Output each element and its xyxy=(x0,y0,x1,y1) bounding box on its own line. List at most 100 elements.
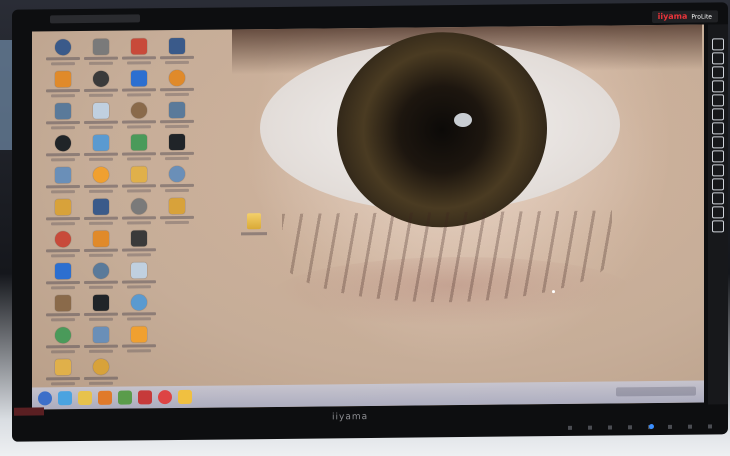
dock-button-icon[interactable] xyxy=(712,220,724,233)
app-icon xyxy=(169,133,185,151)
desktop-icon-label xyxy=(84,312,118,316)
desktop-icon-label xyxy=(46,377,80,381)
desktop-icon[interactable] xyxy=(84,294,118,331)
desktop-icon-label xyxy=(46,281,80,285)
desktop-icon[interactable] xyxy=(46,135,80,171)
desktop-icon[interactable] xyxy=(122,294,156,330)
dock-button-icon[interactable] xyxy=(712,108,724,121)
dock-button-icon[interactable] xyxy=(712,66,724,79)
monitor-brand-label: iiyama xyxy=(332,412,369,423)
desktop-icon-label xyxy=(122,280,156,284)
desktop-icon-label xyxy=(122,344,156,348)
desktop-icon[interactable] xyxy=(84,134,118,171)
dock-button-icon[interactable] xyxy=(712,136,724,149)
desktop-screen[interactable] xyxy=(32,24,704,410)
desktop-icon-label-line2 xyxy=(165,92,189,97)
monitor-control-buttons[interactable] xyxy=(568,424,718,430)
desktop-icon-label xyxy=(84,248,118,252)
app-icon xyxy=(169,101,185,119)
desktop-icon[interactable] xyxy=(122,198,156,234)
desktop-icon-label xyxy=(122,88,156,92)
desktop-icon[interactable] xyxy=(160,37,194,74)
desktop-icon-label-line2 xyxy=(89,349,113,353)
desktop-icon[interactable] xyxy=(122,70,156,106)
desktop-icon-label-line2 xyxy=(165,60,189,65)
app-icon xyxy=(93,262,109,279)
desktop-icon[interactable] xyxy=(84,102,118,139)
desktop-icon[interactable] xyxy=(46,71,80,107)
desktop-icon[interactable] xyxy=(46,327,80,363)
desktop-icon-label-line2 xyxy=(51,286,75,290)
dock-button-icon[interactable] xyxy=(712,38,724,51)
desktop-icon-label xyxy=(122,184,156,188)
dock-button-icon[interactable] xyxy=(712,150,724,163)
dock-button-icon[interactable] xyxy=(712,52,724,65)
desktop-icon-label-line2 xyxy=(89,61,113,65)
desktop-icon-label-line2 xyxy=(127,253,151,257)
desktop-icon-label xyxy=(160,87,194,92)
desktop-icon[interactable] xyxy=(84,230,118,267)
mouse-cursor xyxy=(552,290,555,294)
dock-button-icon[interactable] xyxy=(712,94,724,107)
top-bezel-label xyxy=(50,14,140,24)
desktop-icon-label xyxy=(160,215,194,220)
app-icon xyxy=(55,167,71,184)
desktop-icon-label xyxy=(84,88,118,92)
desktop-icon[interactable] xyxy=(46,39,80,75)
desktop-icon[interactable] xyxy=(122,230,156,266)
brand-badge: iiyama ProLite xyxy=(651,10,718,24)
desktop-icon-label xyxy=(84,56,118,60)
desktop-icon-label-line2 xyxy=(89,125,113,129)
desktop-icon[interactable] xyxy=(84,262,118,299)
desktop-icon[interactable] xyxy=(46,103,80,139)
desktop-icon[interactable] xyxy=(46,199,80,235)
desktop-icon[interactable] xyxy=(122,326,156,362)
dock-button-icon[interactable] xyxy=(712,122,724,135)
desktop-icon[interactable] xyxy=(160,133,194,170)
desktop-icon[interactable] xyxy=(122,38,156,74)
desktop-icon[interactable] xyxy=(84,38,118,75)
desktop-icon[interactable] xyxy=(122,166,156,202)
desktop-icon-label-line2 xyxy=(89,317,113,321)
desktop-icon-label-line2 xyxy=(127,317,151,321)
desktop-icon[interactable] xyxy=(160,101,194,138)
dock-button-icon[interactable] xyxy=(712,206,724,219)
desktop-icon[interactable] xyxy=(122,262,156,298)
desktop-icon[interactable] xyxy=(160,165,194,202)
dock-button-icon[interactable] xyxy=(712,178,724,191)
desktop-icon[interactable] xyxy=(84,70,118,107)
app-icon xyxy=(55,71,71,88)
dock-button-icon[interactable] xyxy=(712,164,724,177)
desktop-icon[interactable] xyxy=(84,326,118,363)
desktop-icon[interactable] xyxy=(160,69,194,106)
desktop-icon[interactable] xyxy=(122,102,156,138)
desktop-icon-label-line2 xyxy=(165,124,189,129)
desktop-icon-label-line2 xyxy=(127,349,151,353)
desktop-icon-label xyxy=(84,344,118,348)
folder-label xyxy=(241,232,267,236)
desktop-icon-label-line2 xyxy=(89,93,113,97)
desktop-folder[interactable] xyxy=(238,213,272,243)
dock-button-icon[interactable] xyxy=(712,192,724,205)
desktop-icon[interactable] xyxy=(84,198,118,235)
desktop-icon-label xyxy=(46,313,80,317)
desktop-icon[interactable] xyxy=(46,231,80,267)
desktop-icon[interactable] xyxy=(84,166,118,203)
desktop-icon-label-line2 xyxy=(51,382,75,386)
desktop-icon[interactable] xyxy=(46,295,80,331)
desktop-icon-label-line2 xyxy=(51,126,75,130)
desktop-icon[interactable] xyxy=(46,263,80,299)
system-tray[interactable] xyxy=(616,386,696,397)
desktop-icon-label-line2 xyxy=(89,189,113,193)
desktop-icon[interactable] xyxy=(160,197,194,234)
dock-button-icon[interactable] xyxy=(712,80,724,93)
desktop-icon[interactable] xyxy=(46,167,80,203)
desktop-icon-label xyxy=(160,151,194,156)
desktop-icon-label xyxy=(84,120,118,124)
desktop-icon-label-line2 xyxy=(51,350,75,354)
app-icon xyxy=(93,102,109,119)
desktop-icon-label xyxy=(122,216,156,220)
monitor: iiyama ProLite iiyama xyxy=(12,2,728,442)
desktop-icon-label xyxy=(46,217,80,221)
desktop-icon[interactable] xyxy=(122,134,156,170)
